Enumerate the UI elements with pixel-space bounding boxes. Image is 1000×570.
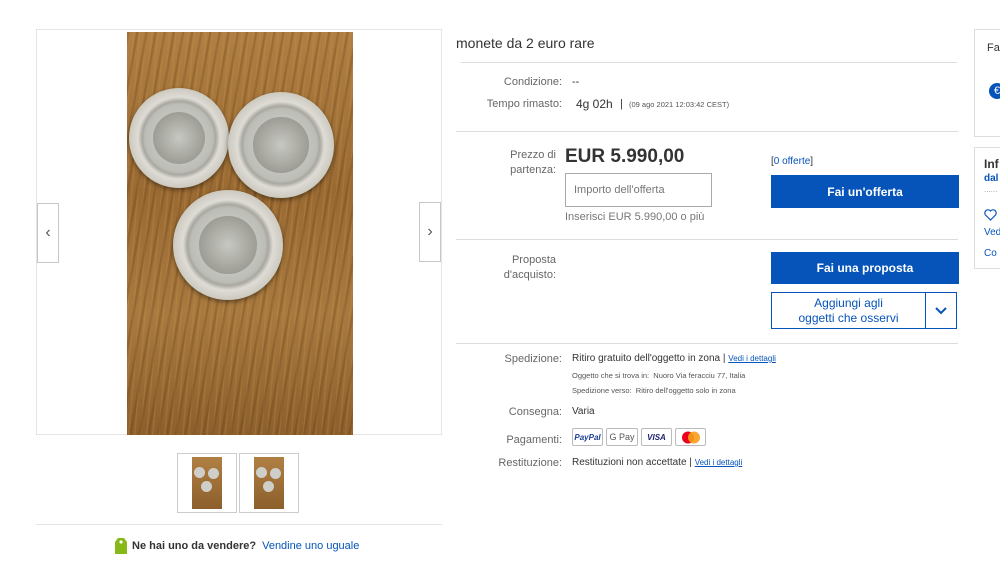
- delivery-value: Varia: [572, 406, 595, 417]
- bid-amount-input[interactable]: [565, 173, 712, 207]
- listing-title: monete da 2 euro rare: [456, 35, 595, 51]
- gallery-thumbnail[interactable]: [239, 453, 299, 513]
- seller-dots: ......: [984, 185, 998, 194]
- returns-value: Restituzioni non accettate: [572, 457, 687, 468]
- ships-to: Spedizione verso: Ritiro dell'oggetto so…: [572, 386, 736, 395]
- visa-logo: VISA: [641, 428, 672, 446]
- condition-value: --: [572, 76, 580, 88]
- seller-name-link[interactable]: dal: [984, 173, 998, 184]
- returns-row: Restituzioni non accettate | Vedi i dett…: [572, 457, 743, 468]
- coin-image: [129, 88, 229, 188]
- end-time: (09 ago 2021 12:03:42 CEST): [629, 100, 730, 109]
- place-bid-button[interactable]: Fai un'offerta: [771, 175, 959, 208]
- starting-price: EUR 5.990,00: [565, 146, 685, 167]
- chevron-right-icon: ›: [427, 223, 433, 240]
- divider: [456, 239, 958, 240]
- mastercard-logo: [675, 428, 706, 446]
- shipping-details-link[interactable]: Vedi i dettagli: [728, 354, 776, 363]
- euro-icon: €: [989, 83, 1000, 99]
- time-left-value: 4g 02h: [576, 97, 613, 111]
- payment-methods: PayPal G Pay VISA: [572, 428, 709, 446]
- item-location: Oggetto che si trova in: Nuoro Via ferac…: [572, 371, 746, 380]
- bid-hint: Inserisci EUR 5.990,00 o più: [565, 211, 705, 223]
- gallery-next-button[interactable]: ›: [419, 202, 441, 262]
- sell-question: Ne hai uno da vendere?: [132, 540, 257, 552]
- divider: [36, 524, 442, 525]
- coin-image: [173, 190, 283, 300]
- best-offer-label: Proposta d'acquisto:: [503, 254, 556, 281]
- condition-label: Condizione:: [503, 76, 562, 88]
- image-gallery: [36, 29, 442, 435]
- shipping-label: Spedizione:: [504, 353, 563, 365]
- delivery-label: Consegna:: [508, 406, 562, 418]
- thumbnail-image: [254, 457, 284, 509]
- payments-label: Pagamenti:: [506, 434, 562, 446]
- seller-link-2[interactable]: Co: [984, 248, 997, 259]
- thumbnail-image: [192, 457, 222, 509]
- sell-similar-prompt: Ne hai uno da vendere? Vendine uno ugual…: [115, 538, 359, 554]
- side-panel-top: Fa €: [974, 29, 1000, 137]
- seller-info-title: Inf: [984, 157, 999, 171]
- add-to-watchlist-button[interactable]: Aggiungi agli oggetti che osservi: [771, 292, 926, 329]
- sell-similar-link[interactable]: Vendine uno uguale: [262, 540, 359, 552]
- chevron-left-icon: ‹: [45, 224, 51, 241]
- heart-icon[interactable]: [984, 209, 997, 221]
- google-pay-logo: G Pay: [606, 428, 638, 446]
- starting-price-label: Prezzo di partenza:: [510, 149, 556, 176]
- watchlist-dropdown-button[interactable]: [925, 292, 957, 329]
- divider: [461, 62, 957, 63]
- offers-count: [0 offerte]: [771, 156, 814, 167]
- make-offer-button[interactable]: Fai una proposta: [771, 252, 959, 284]
- returns-details-link[interactable]: Vedi i dettagli: [695, 458, 743, 467]
- gallery-thumbnail[interactable]: [177, 453, 237, 513]
- time-separator: |: [620, 98, 623, 110]
- coin-image: [228, 92, 334, 198]
- chevron-down-icon: [935, 306, 947, 314]
- price-tag-icon: [115, 538, 127, 554]
- seller-link-1[interactable]: Ved: [984, 227, 1000, 238]
- paypal-logo: PayPal: [572, 428, 603, 446]
- side-panel-title: Fa: [987, 42, 1000, 54]
- offers-link[interactable]: 0 offerte: [774, 156, 811, 167]
- divider: [456, 343, 958, 344]
- side-panel-seller: Inf dal ...... Ved Co: [974, 147, 1000, 269]
- divider: [456, 131, 958, 132]
- shipping-value: Ritiro gratuito dell'oggetto in zona: [572, 353, 721, 364]
- gallery-prev-button[interactable]: ‹: [37, 203, 59, 263]
- returns-label: Restituzione:: [498, 457, 562, 469]
- time-left-label: Tempo rimasto:: [486, 98, 562, 110]
- main-item-photo[interactable]: [127, 32, 353, 435]
- shipping-row: Ritiro gratuito dell'oggetto in zona | V…: [572, 353, 776, 364]
- mastercard-icon: [681, 431, 700, 443]
